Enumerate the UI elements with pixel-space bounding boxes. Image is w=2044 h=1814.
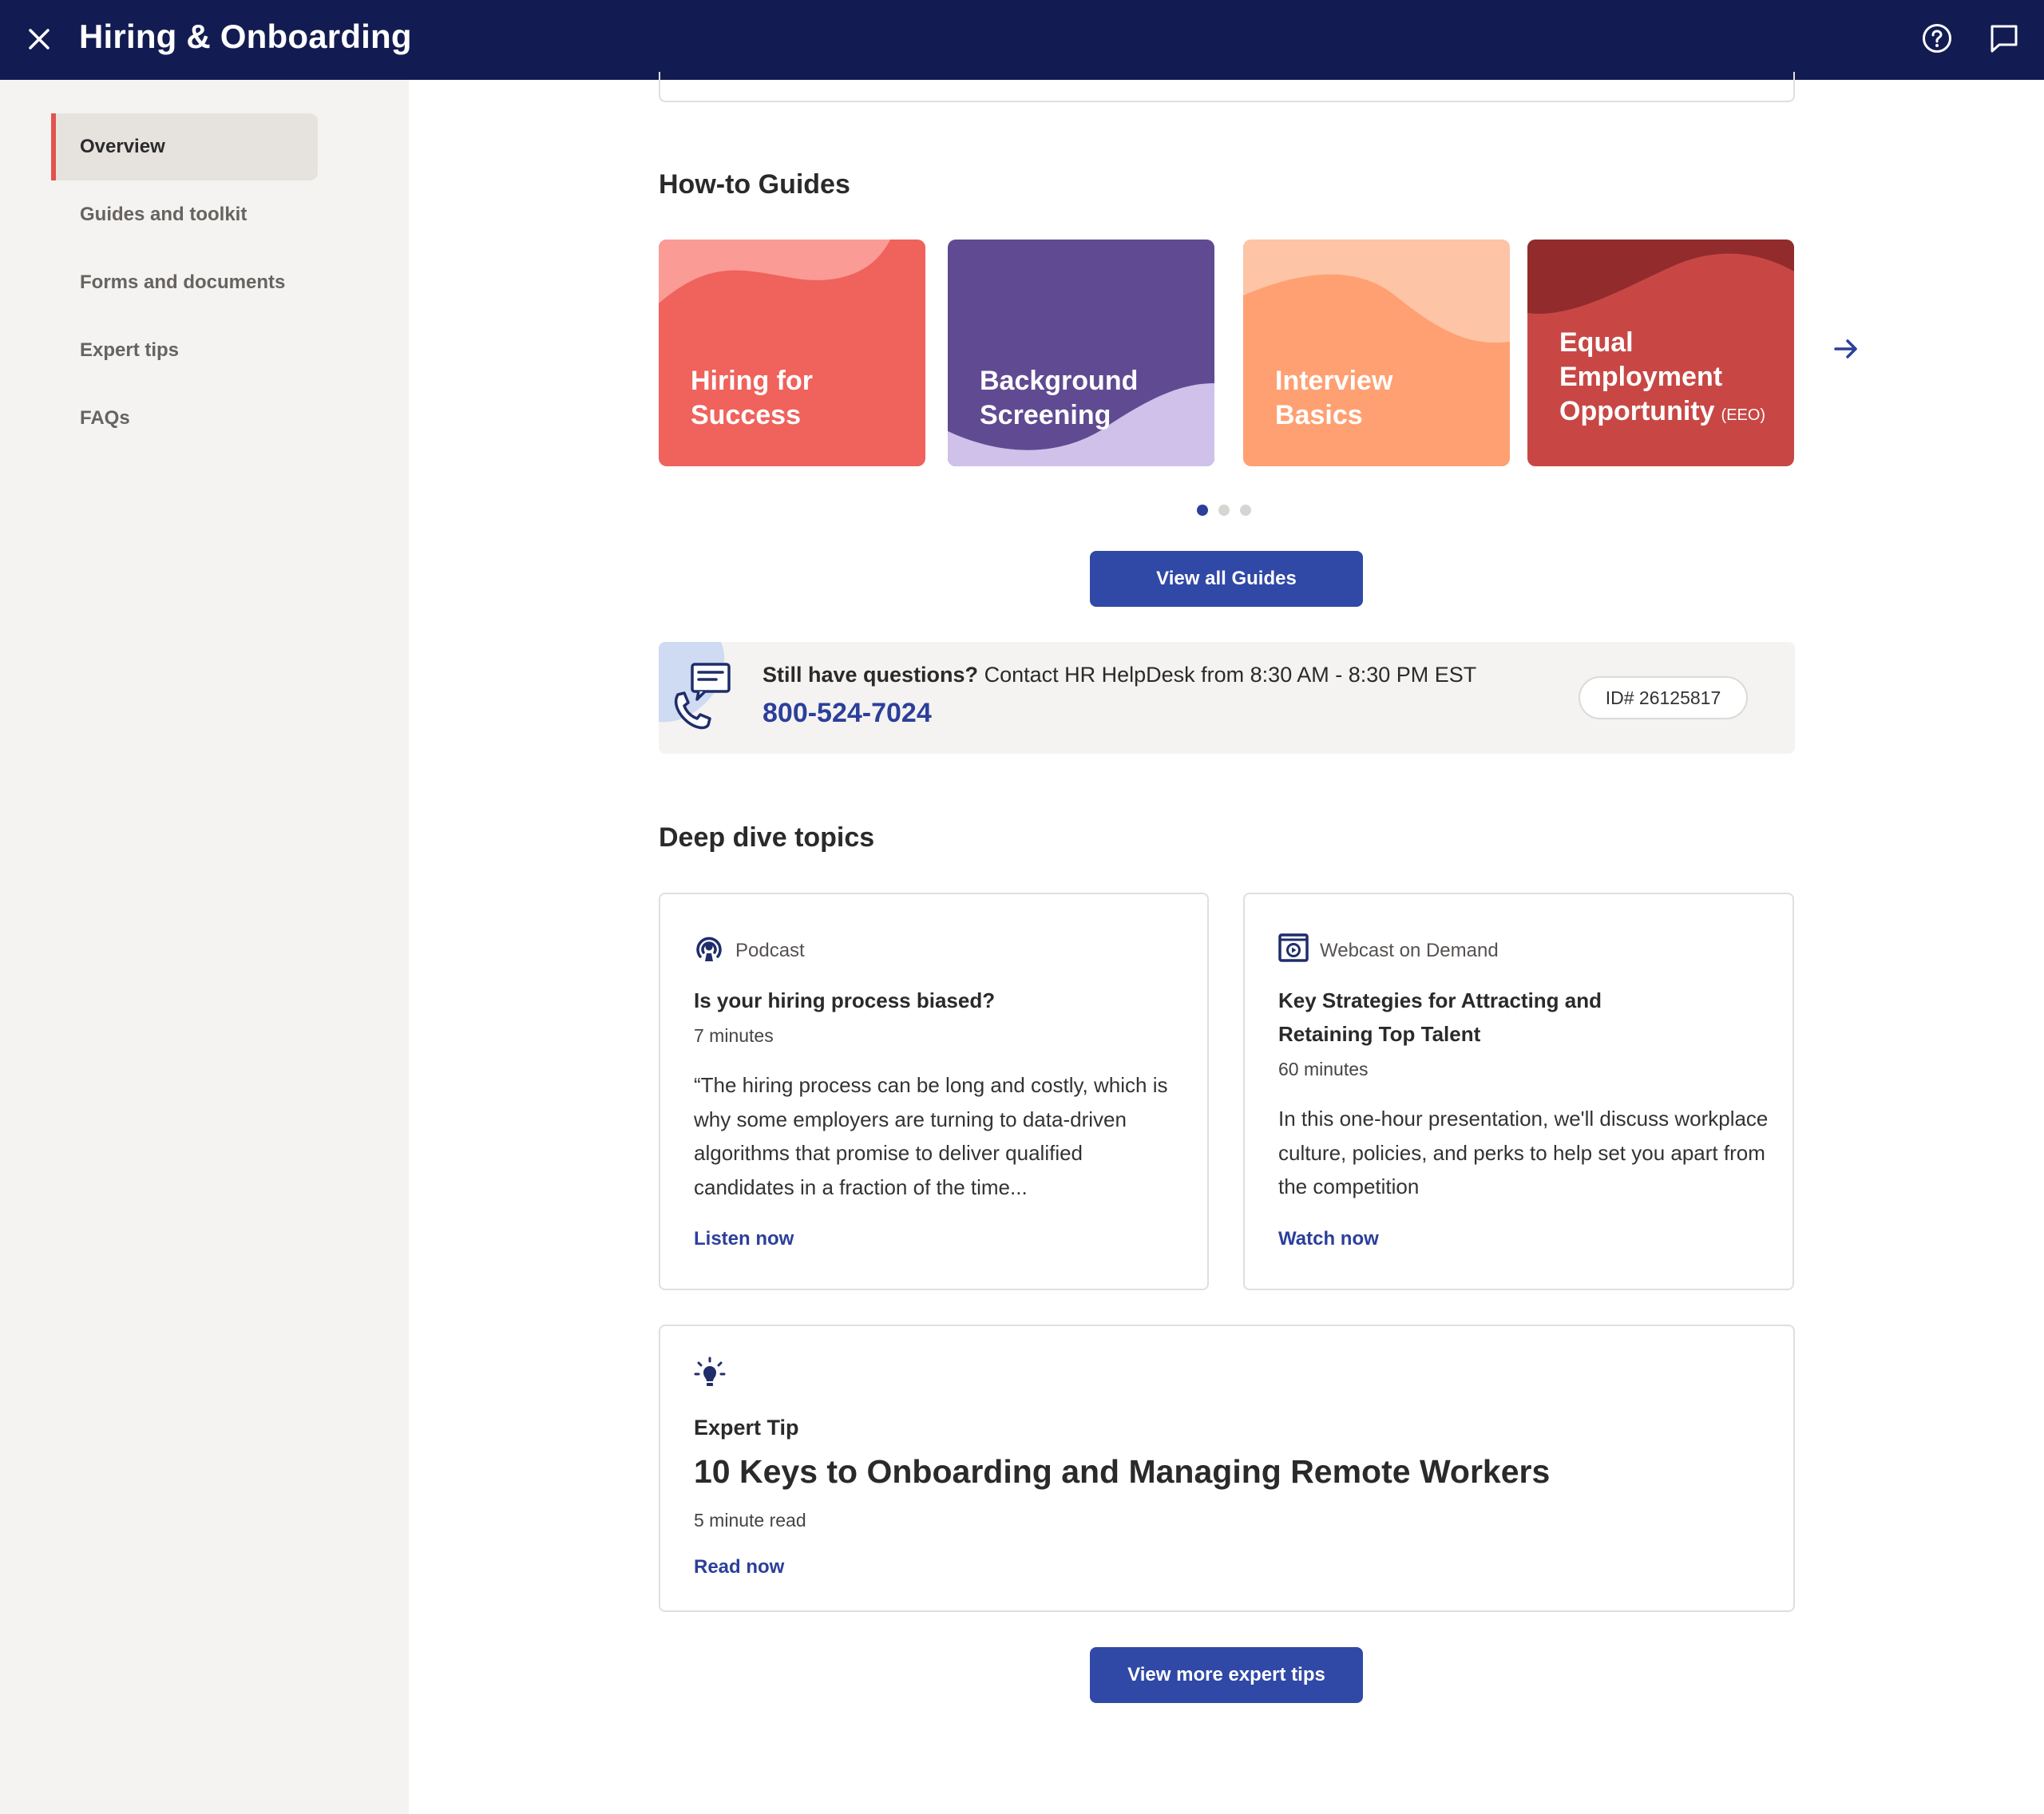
chat-button[interactable] — [1983, 19, 2025, 61]
expert-tip-card: Expert Tip 10 Keys to Onboarding and Man… — [659, 1325, 1795, 1612]
topic-kind: Webcast on Demand — [1278, 933, 1499, 968]
sidebar-item-expert-tips[interactable]: Expert tips — [51, 317, 318, 384]
watch-now-link[interactable]: Watch now — [1278, 1228, 1379, 1250]
view-all-guides-button[interactable]: View all Guides — [1090, 551, 1363, 607]
top-bar: Hiring & Onboarding — [0, 0, 2044, 80]
sidebar-item-label: Overview — [80, 136, 165, 157]
podcast-icon — [694, 933, 724, 968]
topic-duration: 7 minutes — [694, 1025, 774, 1046]
app-title: Hiring & Onboarding — [79, 18, 412, 55]
sidebar-item-label: Forms and documents — [80, 271, 286, 293]
previous-card-edge — [659, 72, 1795, 102]
sidebar-item-label: Guides and toolkit — [80, 204, 248, 225]
topic-title: Key Strategies for Attracting and Retain… — [1278, 988, 1602, 1046]
topic-title: Is your hiring process biased? — [694, 988, 996, 1012]
topic-card-webcast: Webcast on Demand Key Strategies for Att… — [1243, 893, 1794, 1290]
expert-tip-read-time: 5 minute read — [694, 1510, 806, 1531]
sidebar-item-label: Expert tips — [80, 339, 180, 361]
guide-card-background-screening[interactable]: Background Screening — [948, 240, 1214, 466]
guide-card-eeo[interactable]: Equal Employment Opportunity (EEO) — [1527, 240, 1794, 466]
view-more-expert-tips-button[interactable]: View more expert tips — [1090, 1647, 1363, 1703]
help-button[interactable] — [1916, 19, 1958, 61]
expert-tip-label: Expert Tip — [694, 1416, 799, 1440]
webcast-play-icon — [1278, 933, 1309, 968]
topic-duration: 60 minutes — [1278, 1059, 1369, 1079]
guide-card-hiring-for-success[interactable]: Hiring for Success — [659, 240, 925, 466]
helpdesk-text: Still have questions? Contact HR HelpDes… — [763, 663, 1477, 687]
read-now-link[interactable]: Read now — [694, 1556, 784, 1578]
sidebar-item-guides-and-toolkit[interactable]: Guides and toolkit — [51, 181, 318, 248]
guide-card-title: Interview Basics — [1275, 366, 1393, 430]
sidebar-item-overview[interactable]: Overview — [51, 113, 318, 180]
expert-tip-title: 10 Keys to Onboarding and Managing Remot… — [694, 1453, 1551, 1490]
helpdesk-phone-link[interactable]: 800-524-7024 — [763, 698, 932, 729]
topic-kind: Podcast — [694, 933, 805, 968]
sidebar-item-label: FAQs — [80, 407, 130, 429]
deep-dive-section-title: Deep dive topics — [659, 822, 875, 853]
carousel-dot[interactable] — [1197, 505, 1208, 516]
carousel-dot[interactable] — [1218, 505, 1230, 516]
help-circle-icon — [1921, 22, 1953, 58]
lightbulb-icon — [694, 1357, 726, 1394]
carousel-dot[interactable] — [1240, 505, 1251, 516]
topic-kind-label: Webcast on Demand — [1320, 939, 1499, 961]
main-content: How-to Guides Hiring for Success Backgrou… — [409, 72, 2044, 1814]
topic-description: In this one-hour presentation, we'll dis… — [1278, 1107, 1769, 1198]
carousel-next-button[interactable] — [1828, 332, 1864, 369]
topic-card-podcast: Podcast Is your hiring process biased? 7… — [659, 893, 1209, 1290]
sidebar: Overview Guides and toolkit Forms and do… — [0, 80, 409, 1814]
topic-kind-label: Podcast — [735, 939, 805, 961]
howto-section-title: How-to Guides — [659, 169, 850, 200]
guide-card-interview-basics[interactable]: Interview Basics — [1243, 240, 1510, 466]
helpdesk-banner: Still have questions? Contact HR HelpDes… — [659, 642, 1795, 754]
chat-bubble-icon — [1988, 22, 2020, 58]
close-button[interactable] — [19, 21, 59, 61]
helpdesk-id-badge: ID# 26125817 — [1579, 676, 1748, 719]
listen-now-link[interactable]: Listen now — [694, 1228, 794, 1250]
topic-description: “The hiring process can be long and cost… — [694, 1073, 1168, 1199]
sidebar-item-forms-and-documents[interactable]: Forms and documents — [51, 249, 318, 316]
chat-phone-icon — [659, 642, 747, 738]
close-icon — [27, 27, 51, 55]
guide-card-title: Background Screening — [980, 366, 1139, 430]
carousel-pagination — [1197, 505, 1251, 516]
sidebar-item-faqs[interactable]: FAQs — [51, 385, 318, 452]
guide-card-title: Hiring for Success — [691, 366, 813, 430]
arrow-right-icon — [1832, 335, 1860, 366]
guide-card-title: Equal Employment Opportunity (EEO) — [1559, 327, 1766, 426]
